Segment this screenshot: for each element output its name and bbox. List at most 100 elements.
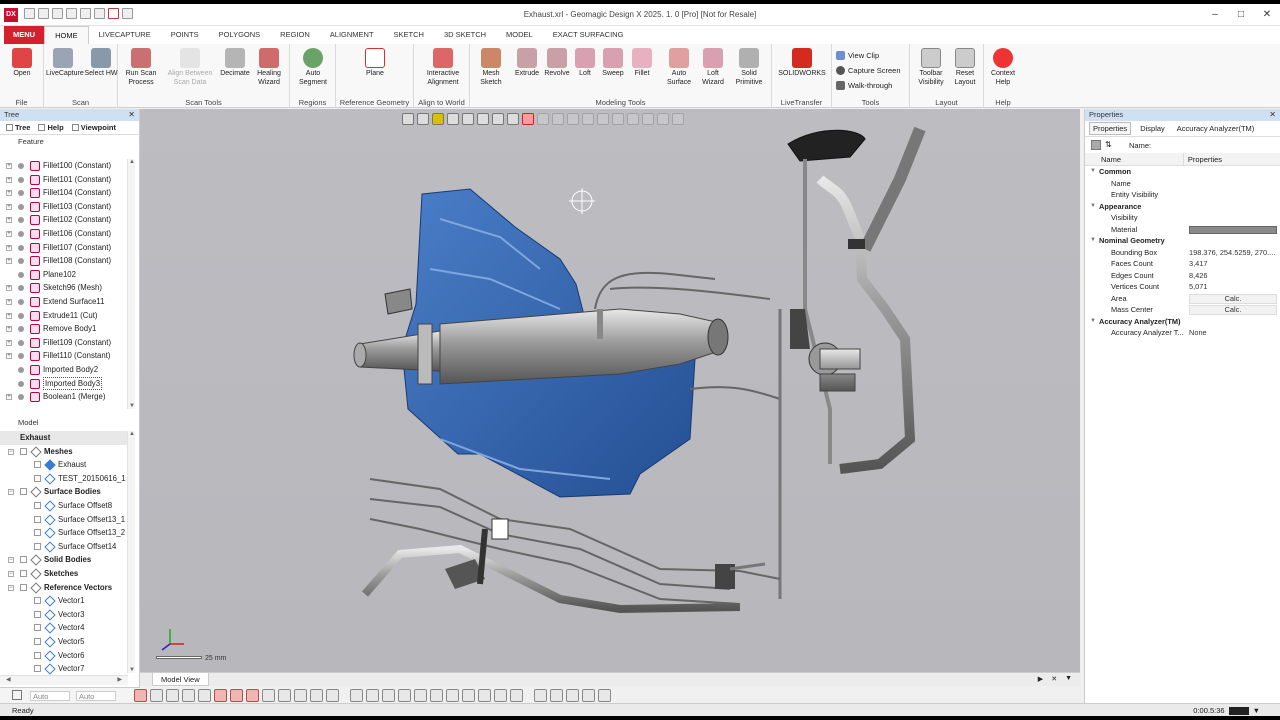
point-filter-icon[interactable] xyxy=(166,688,179,702)
save-icon[interactable] xyxy=(52,8,63,19)
context-help-button[interactable]: Context Help xyxy=(986,48,1020,87)
tab-viewpoint[interactable]: Viewpoint xyxy=(71,123,116,132)
curve-filter-icon[interactable] xyxy=(310,688,323,702)
category-accuracy-analyzer[interactable]: ▼ Accuracy Analyzer(TM) xyxy=(1085,316,1280,328)
tab-model[interactable]: MODEL xyxy=(496,26,543,44)
minimize-icon[interactable]: – xyxy=(1202,4,1228,26)
expand-icon[interactable]: + xyxy=(6,244,12,251)
open-button[interactable]: Open xyxy=(5,48,39,79)
solidworks-button[interactable]: SOLIDWORKS xyxy=(776,48,828,79)
plane-button[interactable]: Plane xyxy=(358,48,392,79)
visibility-dot-icon[interactable] xyxy=(18,380,24,387)
area-calc-button[interactable]: Calc. xyxy=(1189,293,1277,304)
prop-row-area[interactable]: Area Calc. xyxy=(1085,293,1280,305)
expand-icon[interactable]: + xyxy=(6,312,12,319)
prop-row-mass-center[interactable]: Mass Center Calc. xyxy=(1085,304,1280,316)
visibility-dot-icon[interactable] xyxy=(18,339,24,346)
status-menu-icon[interactable]: ▼ xyxy=(1253,704,1260,717)
prop-row-edges-count[interactable]: Edges Count 8,426 xyxy=(1085,270,1280,282)
tab-menu-icon[interactable]: ▼ xyxy=(1065,675,1072,683)
model-item[interactable]: Vector5 xyxy=(0,635,128,649)
model-item[interactable]: TEST_20150616_1 xyxy=(0,472,128,486)
expand-icon[interactable]: + xyxy=(6,298,12,305)
model-item[interactable]: Surface Offset8 xyxy=(0,499,128,513)
model-item[interactable]: Vector1 xyxy=(0,594,128,608)
checkbox[interactable] xyxy=(34,610,41,618)
prop-row-vertices-count[interactable]: Vertices Count 5,071 xyxy=(1085,281,1280,293)
auto-segment-button[interactable]: Auto Segment xyxy=(296,48,330,87)
view-flip-icon[interactable] xyxy=(478,688,491,702)
radius-icon[interactable] xyxy=(582,688,595,702)
tree-item[interactable]: Imported Body3 xyxy=(0,376,128,391)
tab-help[interactable]: Help xyxy=(38,123,64,132)
body-filter-icon[interactable] xyxy=(198,688,211,702)
region-filter-icon[interactable] xyxy=(182,688,195,702)
checkbox[interactable] xyxy=(34,597,41,605)
decimate-button[interactable]: Decimate xyxy=(218,48,252,79)
maximize-icon[interactable]: □ xyxy=(1228,4,1254,26)
expand-icon[interactable]: + xyxy=(6,394,12,401)
pin-icon[interactable] xyxy=(94,8,105,19)
tree-item[interactable]: + Fillet102 (Constant) xyxy=(0,213,128,227)
tab-sketch[interactable]: SKETCH xyxy=(384,26,434,44)
expand-icon[interactable]: − xyxy=(8,557,14,564)
checkbox[interactable] xyxy=(34,529,41,537)
mesh-sketch-button[interactable]: Mesh Sketch xyxy=(474,48,508,87)
model-item[interactable]: Surface Offset13_1 xyxy=(0,513,128,527)
visibility-dot-icon[interactable] xyxy=(18,394,24,401)
tab-close-icon[interactable]: ✕ xyxy=(1051,675,1057,683)
checkbox[interactable] xyxy=(34,501,41,509)
tab-3d-sketch[interactable]: 3D SKETCH xyxy=(434,26,496,44)
tab-livecapture[interactable]: LIVECAPTURE xyxy=(89,26,161,44)
tree-item[interactable]: + Sketch96 (Mesh) xyxy=(0,281,128,295)
expand-icon[interactable]: + xyxy=(6,353,12,360)
view-normal-icon[interactable] xyxy=(462,688,475,702)
expand-icon[interactable]: + xyxy=(6,176,12,183)
new-file-icon[interactable] xyxy=(24,8,35,19)
model-item[interactable]: Vector4 xyxy=(0,621,128,635)
view-left-icon[interactable] xyxy=(382,688,395,702)
run-scan-process-button[interactable]: Run Scan Process xyxy=(124,48,158,87)
tab-alignment[interactable]: ALIGNMENT xyxy=(320,26,384,44)
tree-item[interactable]: + Fillet110 (Constant) xyxy=(0,349,128,363)
interactive-alignment-button[interactable]: Interactive Alignment xyxy=(422,48,464,87)
all-filter-icon[interactable] xyxy=(326,688,339,702)
snap-icon[interactable] xyxy=(598,688,611,702)
selection-mode-icon[interactable] xyxy=(12,690,22,700)
sort-alpha-icon[interactable]: ⇅ xyxy=(1105,140,1112,149)
tab-model-view[interactable]: Model View xyxy=(152,673,209,686)
checkbox[interactable] xyxy=(34,637,41,645)
expand-icon[interactable]: + xyxy=(6,258,12,265)
checkbox[interactable] xyxy=(20,569,27,577)
panel-close-icon[interactable]: ✕ xyxy=(1269,109,1276,121)
scroll-down-icon[interactable]: ▼ xyxy=(128,667,136,673)
tree-item[interactable]: + Fillet106 (Constant) xyxy=(0,227,128,241)
tab-region[interactable]: REGION xyxy=(270,26,320,44)
tree-item[interactable]: + Remove Body1 xyxy=(0,322,128,336)
visibility-dot-icon[interactable] xyxy=(18,258,24,265)
category-appearance[interactable]: ▼ Appearance xyxy=(1085,201,1280,213)
tab-properties[interactable]: Properties xyxy=(1089,122,1132,135)
scroll-up-icon[interactable]: ▲ xyxy=(128,431,136,437)
visibility-dot-icon[interactable] xyxy=(18,176,24,183)
auto-surface-button[interactable]: Auto Surface xyxy=(662,48,696,87)
visibility-dot-icon[interactable] xyxy=(18,163,24,169)
visibility-dot-icon[interactable] xyxy=(18,366,24,373)
category-common[interactable]: ▼ Common xyxy=(1085,166,1280,178)
view-iso-icon[interactable] xyxy=(446,688,459,702)
vertex-filter-icon[interactable] xyxy=(246,688,259,702)
feature-tree-scrollbar[interactable]: ▲ ▼ xyxy=(127,159,135,409)
app-logo[interactable]: DX xyxy=(4,8,18,22)
expand-icon[interactable]: + xyxy=(6,230,12,237)
scroll-down-icon[interactable]: ▼ xyxy=(128,403,136,409)
plane-filter-icon[interactable] xyxy=(278,688,291,702)
model-root[interactable]: Exhaust xyxy=(0,431,128,445)
visibility-dot-icon[interactable] xyxy=(18,326,24,333)
tab-display[interactable]: Display xyxy=(1137,123,1168,134)
tree-item[interactable]: + Extrude11 (Cut) xyxy=(0,309,128,323)
tree-item[interactable]: Plane102 xyxy=(0,268,128,282)
expand-icon[interactable]: + xyxy=(6,203,12,210)
tree-item[interactable]: + Fillet104 (Constant) xyxy=(0,186,128,200)
livecapture-button[interactable]: LiveCapture xyxy=(46,48,84,79)
tab-menu[interactable]: MENU xyxy=(4,26,45,44)
